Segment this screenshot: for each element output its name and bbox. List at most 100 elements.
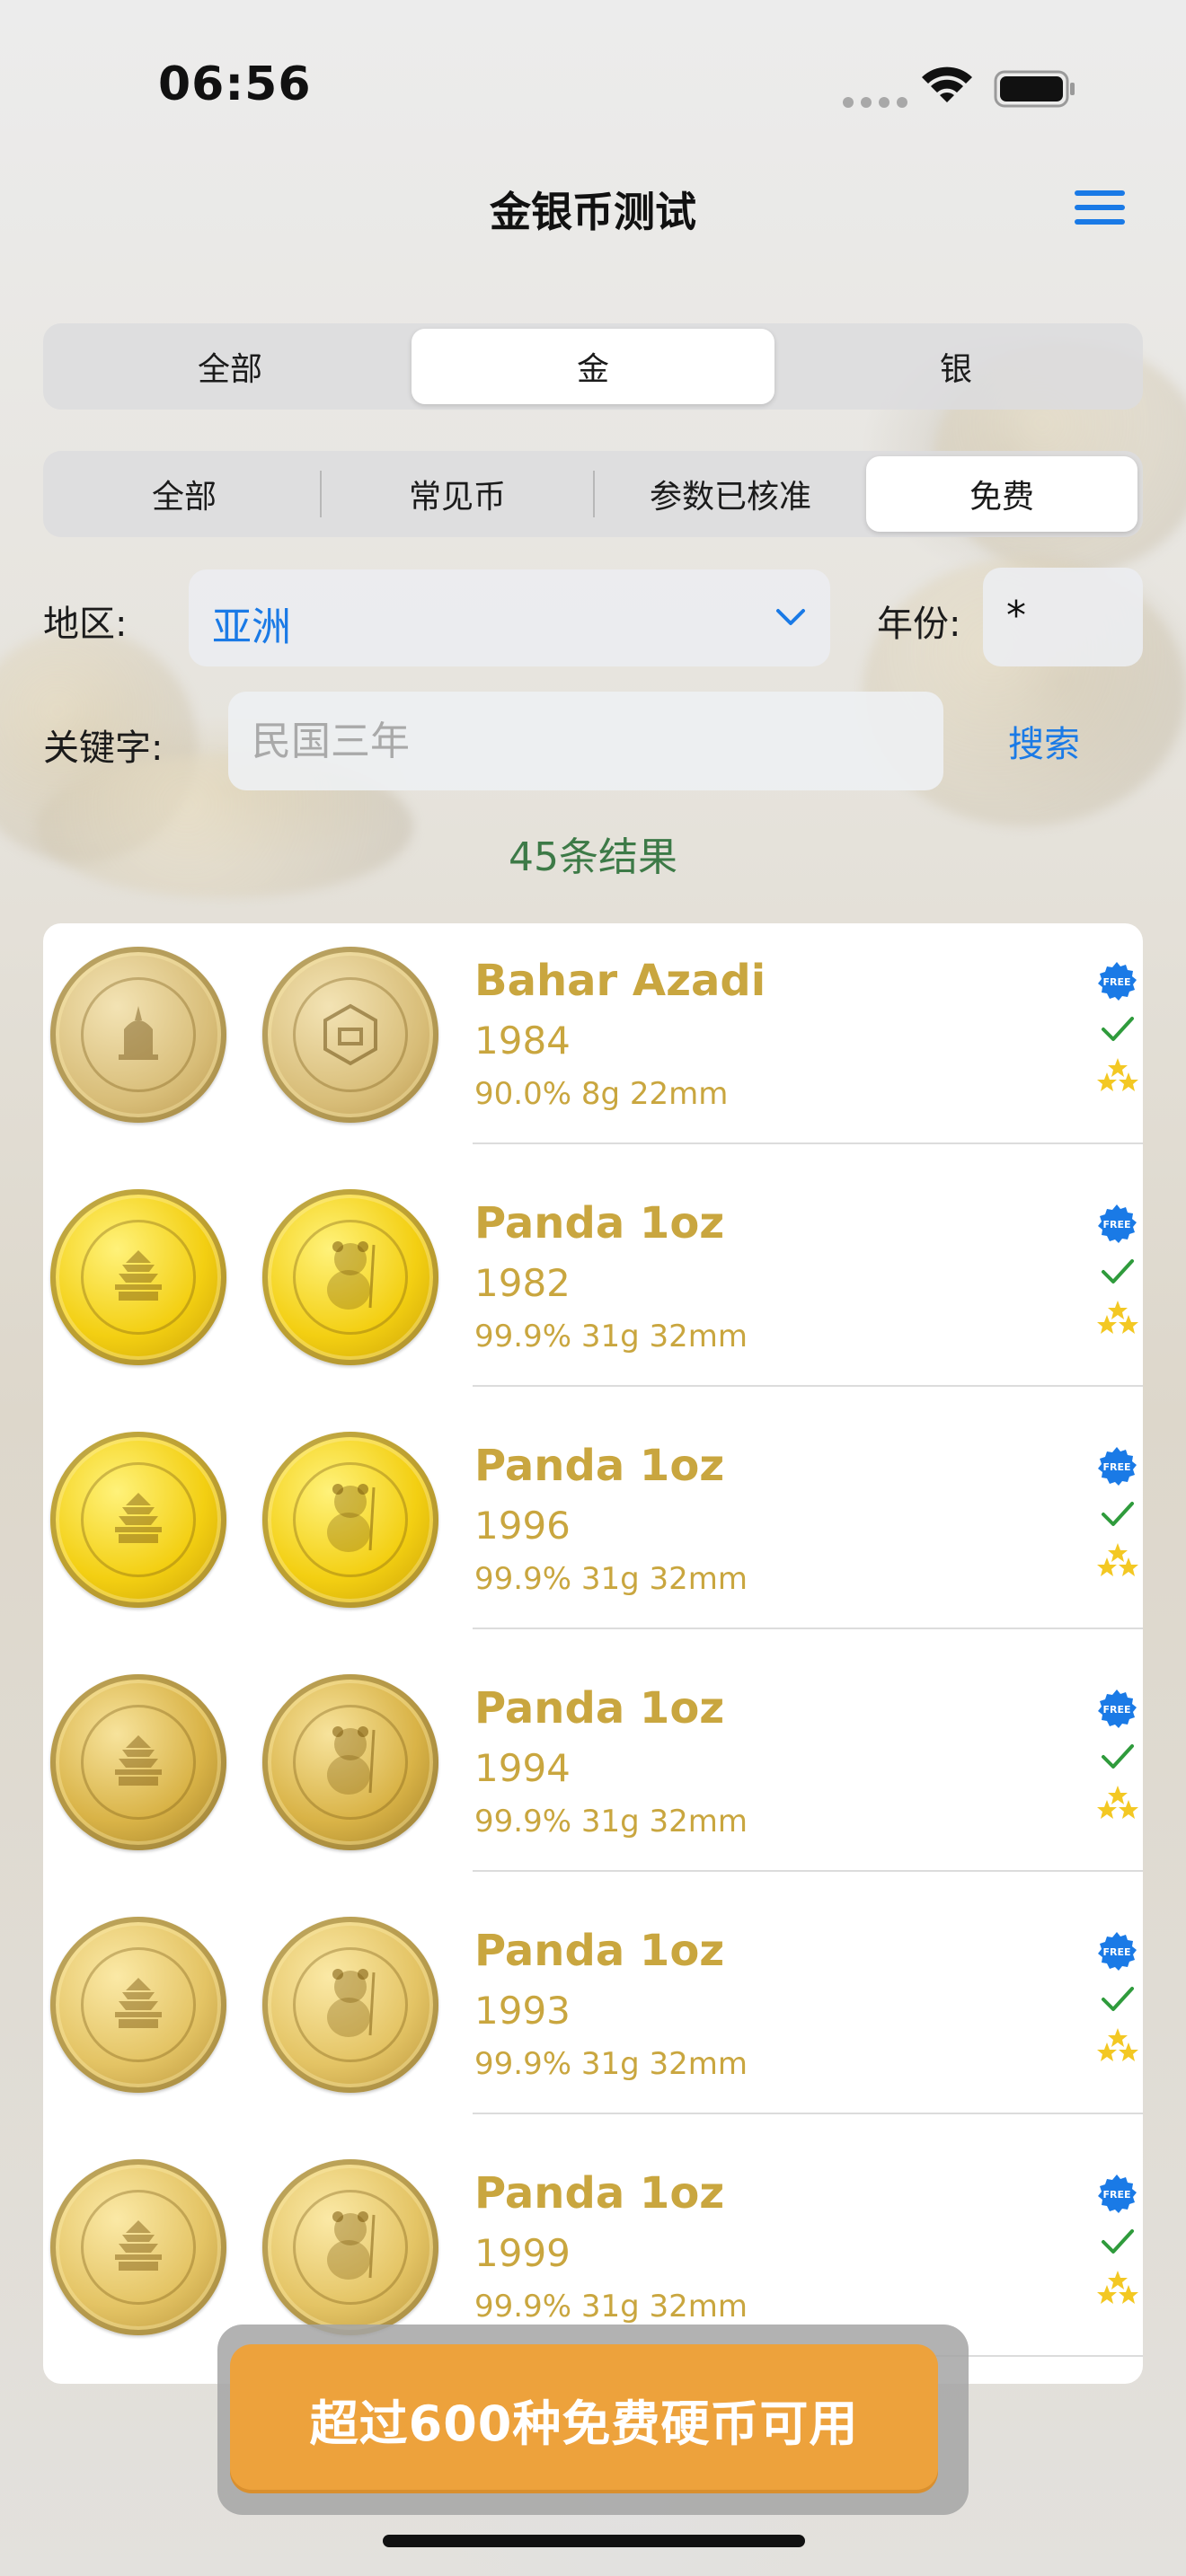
battery-icon xyxy=(994,70,1075,108)
coin-name: Panda 1oz xyxy=(474,1198,725,1248)
coin-list-item[interactable]: Panda 1oz 1993 99.9% 31g 32mm FREE xyxy=(43,1893,1143,2114)
year-value: * xyxy=(1006,593,1026,639)
tab-metal-silver[interactable]: 银 xyxy=(774,329,1137,404)
rating-stars-icon xyxy=(1097,1543,1138,1576)
tab-category-verified[interactable]: 参数已核准 xyxy=(595,456,866,532)
coin-obverse-image xyxy=(50,1189,226,1365)
verified-check-icon xyxy=(1102,1744,1134,1769)
keyword-input[interactable] xyxy=(252,692,916,790)
free-badge-text: FREE xyxy=(1102,1461,1130,1473)
coin-name: Panda 1oz xyxy=(474,1926,725,1976)
free-badge-icon: FREE xyxy=(1098,2175,1137,2213)
home-indicator xyxy=(383,2535,805,2547)
coin-year: 1982 xyxy=(474,1261,571,1305)
chevron-down-icon xyxy=(776,609,805,625)
free-badge-icon: FREE xyxy=(1098,1204,1137,1243)
free-badge-text: FREE xyxy=(1102,1946,1130,1958)
region-selected-value: 亚洲 xyxy=(212,604,291,650)
verified-check-icon xyxy=(1102,1017,1134,1041)
tab-category-common[interactable]: 常见币 xyxy=(322,456,593,532)
tab-metal-gold[interactable]: 金 xyxy=(412,329,774,404)
coin-results-list[interactable]: Bahar Azadi 1984 90.0% 8g 22mm FREE Pand… xyxy=(43,923,1143,2384)
free-coins-cta-button[interactable]: 超过600种免费硬币可用 xyxy=(230,2344,938,2493)
rating-stars-icon xyxy=(1097,2271,1138,2304)
status-bar: 06:56 xyxy=(0,0,1186,171)
coin-badges: FREE xyxy=(1096,1204,1139,1338)
verified-check-icon xyxy=(1102,1259,1134,1284)
wifi-icon xyxy=(922,66,972,102)
coin-badges: FREE xyxy=(1096,1446,1139,1581)
page-title: 金银币测试 xyxy=(490,188,696,236)
coin-obverse-image xyxy=(50,1674,226,1850)
rating-stars-icon xyxy=(1097,1058,1138,1091)
category-filter-segmented: 全部 常见币 参数已核准 免费 xyxy=(43,451,1143,537)
free-badge-icon: FREE xyxy=(1098,1447,1137,1486)
coin-reverse-image xyxy=(262,1432,438,1608)
coin-list-item[interactable]: Panda 1oz 1982 99.9% 31g 32mm FREE xyxy=(43,1166,1143,1387)
keyword-field[interactable] xyxy=(228,692,943,790)
coin-spec: 99.9% 31g 32mm xyxy=(474,1319,748,1354)
tab-category-all[interactable]: 全部 xyxy=(49,456,320,532)
region-label: 地区: xyxy=(43,604,128,645)
coin-badges: FREE xyxy=(1096,1931,1139,2066)
coin-reverse-image xyxy=(262,1917,438,2093)
verified-check-icon xyxy=(1102,1502,1134,1526)
result-count: 45条结果 xyxy=(509,834,677,880)
free-badge-text: FREE xyxy=(1102,1219,1130,1231)
coin-spec: 99.9% 31g 32mm xyxy=(474,2289,748,2325)
coin-obverse-image xyxy=(50,1432,226,1608)
rating-stars-icon xyxy=(1097,2028,1138,2061)
coin-name: Panda 1oz xyxy=(474,2168,725,2219)
row-divider xyxy=(473,1385,1143,1387)
coin-name: Panda 1oz xyxy=(474,1441,725,1491)
coin-year: 1993 xyxy=(474,1989,571,2033)
coin-name: Panda 1oz xyxy=(474,1683,725,1734)
search-button[interactable]: 搜索 xyxy=(1008,715,1080,767)
row-divider xyxy=(473,2113,1143,2114)
row-divider xyxy=(473,1142,1143,1144)
cellular-signal-icon xyxy=(843,97,907,108)
verified-check-icon xyxy=(1102,1987,1134,2011)
metal-filter-segmented: 全部 金 银 xyxy=(43,323,1143,410)
coin-reverse-image xyxy=(262,1189,438,1365)
row-divider xyxy=(473,1628,1143,1629)
rating-stars-icon xyxy=(1097,1786,1138,1819)
coin-spec: 99.9% 31g 32mm xyxy=(474,1804,748,1839)
coin-badges: FREE xyxy=(1096,1689,1139,1823)
coin-reverse-image xyxy=(262,947,438,1123)
region-dropdown[interactable]: 亚洲 xyxy=(189,569,830,666)
coin-reverse-image xyxy=(262,1674,438,1850)
coin-year: 1999 xyxy=(474,2231,571,2275)
free-badge-icon: FREE xyxy=(1098,962,1137,1001)
coin-badges: FREE xyxy=(1096,2174,1139,2308)
coin-obverse-image xyxy=(50,2159,226,2335)
row-divider xyxy=(473,1870,1143,1872)
verified-check-icon xyxy=(1102,2229,1134,2254)
coin-year: 1984 xyxy=(474,1019,571,1063)
coin-spec: 99.9% 31g 32mm xyxy=(474,1561,748,1597)
coin-list-item[interactable]: Bahar Azadi 1984 90.0% 8g 22mm FREE xyxy=(43,923,1143,1144)
coin-list-item[interactable]: Panda 1oz 1994 99.9% 31g 32mm FREE xyxy=(43,1651,1143,1872)
coin-reverse-image xyxy=(262,2159,438,2335)
year-field[interactable]: * xyxy=(983,568,1143,666)
coin-badges: FREE xyxy=(1096,961,1139,1096)
cta-container: 超过600种免费硬币可用 xyxy=(217,2325,969,2515)
coin-year: 1994 xyxy=(474,1746,571,1790)
hamburger-menu-icon[interactable] xyxy=(1075,190,1125,230)
coin-spec: 90.0% 8g 22mm xyxy=(474,1076,729,1112)
free-badge-text: FREE xyxy=(1102,2189,1130,2201)
year-label: 年份: xyxy=(877,604,961,645)
coin-name: Bahar Azadi xyxy=(474,956,766,1006)
coin-list-item[interactable]: Panda 1oz 1996 99.9% 31g 32mm FREE xyxy=(43,1408,1143,1629)
tab-metal-all[interactable]: 全部 xyxy=(49,329,412,404)
free-badge-icon: FREE xyxy=(1098,1932,1137,1971)
coin-obverse-image xyxy=(50,1917,226,2093)
coin-spec: 99.9% 31g 32mm xyxy=(474,2046,748,2082)
rating-stars-icon xyxy=(1097,1301,1138,1334)
tab-category-free[interactable]: 免费 xyxy=(866,456,1137,532)
keyword-label: 关键字: xyxy=(43,728,164,769)
free-badge-text: FREE xyxy=(1102,976,1130,988)
free-badge-text: FREE xyxy=(1102,1704,1130,1716)
coin-year: 1996 xyxy=(474,1504,571,1548)
status-time: 06:56 xyxy=(158,57,312,111)
